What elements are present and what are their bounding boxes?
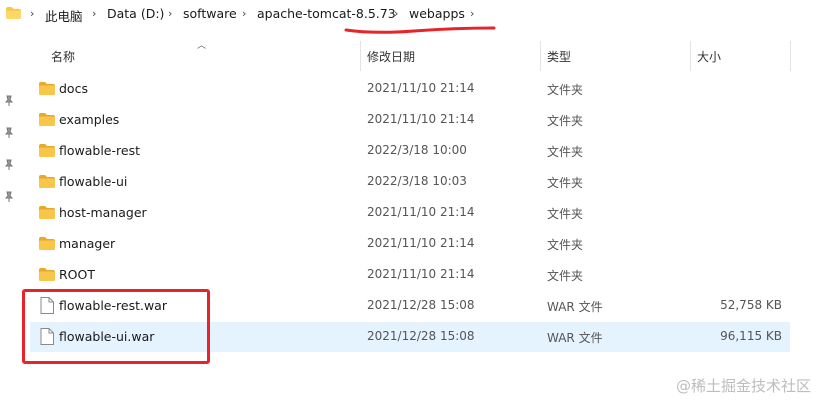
file-row[interactable]: flowable-ui 2022/3/18 10:03 文件夹 bbox=[30, 167, 790, 197]
file-type: 文件夹 bbox=[547, 207, 584, 221]
file-type: 文件夹 bbox=[547, 145, 584, 159]
file-type: 文件夹 bbox=[547, 114, 584, 128]
file-size: 52,758 KB bbox=[720, 298, 782, 312]
file-name: docs bbox=[59, 81, 88, 96]
pin-icon[interactable] bbox=[3, 95, 15, 107]
file-type: 文件夹 bbox=[547, 176, 584, 190]
file-modified-date: 2022/3/18 10:00 bbox=[367, 143, 467, 157]
file-row[interactable]: docs 2021/11/10 21:14 文件夹 bbox=[30, 74, 790, 104]
folder-icon bbox=[39, 175, 55, 188]
file-row[interactable]: manager 2021/11/10 21:14 文件夹 bbox=[30, 229, 790, 259]
column-header-type[interactable]: 类型 bbox=[547, 48, 571, 65]
file-name: manager bbox=[59, 236, 116, 251]
file-size: 96,115 KB bbox=[720, 329, 782, 343]
file-row[interactable]: ROOT 2021/11/10 21:14 文件夹 bbox=[30, 260, 790, 290]
file-row[interactable]: host-manager 2021/11/10 21:14 文件夹 bbox=[30, 198, 790, 228]
file-modified-date: 2021/11/10 21:14 bbox=[367, 236, 475, 250]
folder-icon bbox=[39, 237, 55, 250]
chevron-right-icon: › bbox=[30, 7, 35, 20]
file-modified-date: 2021/11/10 21:14 bbox=[367, 112, 475, 126]
column-header-size[interactable]: 大小 bbox=[697, 48, 721, 65]
address-bar[interactable]: › 此电脑 › Data (D:) › software › apache-to… bbox=[0, 0, 819, 34]
chevron-right-icon: › bbox=[168, 7, 173, 20]
file-type: 文件夹 bbox=[547, 269, 584, 283]
red-underline-annotation bbox=[344, 26, 496, 34]
file-modified-date: 2021/12/28 15:08 bbox=[367, 298, 475, 312]
file-name: examples bbox=[59, 112, 120, 127]
breadcrumb-tomcat[interactable]: apache-tomcat-8.5.73 bbox=[257, 6, 396, 21]
file-modified-date: 2021/11/10 21:14 bbox=[367, 205, 475, 219]
pin-icon[interactable] bbox=[3, 191, 15, 203]
folder-icon bbox=[39, 206, 55, 219]
file-type: 文件夹 bbox=[547, 238, 584, 252]
folder-icon bbox=[39, 144, 55, 157]
pin-icon[interactable] bbox=[3, 159, 15, 171]
breadcrumb-webapps[interactable]: webapps bbox=[409, 6, 465, 21]
column-divider[interactable] bbox=[690, 41, 691, 71]
column-divider[interactable] bbox=[790, 41, 791, 71]
file-name: flowable-ui bbox=[59, 174, 128, 189]
file-type: WAR 文件 bbox=[547, 300, 603, 314]
folder-icon bbox=[6, 7, 21, 19]
chevron-right-icon: › bbox=[92, 7, 97, 20]
breadcrumb-drive[interactable]: Data (D:) bbox=[107, 6, 164, 21]
folder-icon bbox=[39, 113, 55, 126]
column-divider[interactable] bbox=[540, 41, 541, 71]
watermark: @稀土掘金技术社区 bbox=[675, 377, 811, 395]
file-modified-date: 2021/12/28 15:08 bbox=[367, 329, 475, 343]
file-row[interactable]: examples 2021/11/10 21:14 文件夹 bbox=[30, 105, 790, 135]
chevron-right-icon: › bbox=[394, 7, 399, 20]
chevron-right-icon: › bbox=[242, 7, 247, 20]
red-box-annotation bbox=[22, 289, 210, 364]
folder-icon bbox=[39, 82, 55, 95]
file-modified-date: 2021/11/10 21:14 bbox=[367, 267, 475, 281]
column-divider[interactable] bbox=[360, 41, 361, 71]
file-type: 文件夹 bbox=[547, 83, 584, 97]
breadcrumb-software[interactable]: software bbox=[183, 6, 237, 21]
file-name: flowable-rest bbox=[59, 143, 140, 158]
breadcrumb-this-pc[interactable]: 此电脑 bbox=[45, 6, 83, 25]
column-header-name[interactable]: 名称 bbox=[51, 48, 75, 65]
file-name: ROOT bbox=[59, 267, 95, 282]
folder-icon bbox=[39, 268, 55, 281]
chevron-right-icon[interactable]: › bbox=[470, 7, 474, 20]
file-type: WAR 文件 bbox=[547, 331, 603, 345]
file-row[interactable]: flowable-rest 2022/3/18 10:00 文件夹 bbox=[30, 136, 790, 166]
column-header-modified[interactable]: 修改日期 bbox=[367, 48, 415, 65]
sort-ascending-icon: ︿ bbox=[197, 41, 207, 51]
file-modified-date: 2021/11/10 21:14 bbox=[367, 81, 475, 95]
pin-icon[interactable] bbox=[3, 127, 15, 139]
file-modified-date: 2022/3/18 10:03 bbox=[367, 174, 467, 188]
file-name: host-manager bbox=[59, 205, 147, 220]
